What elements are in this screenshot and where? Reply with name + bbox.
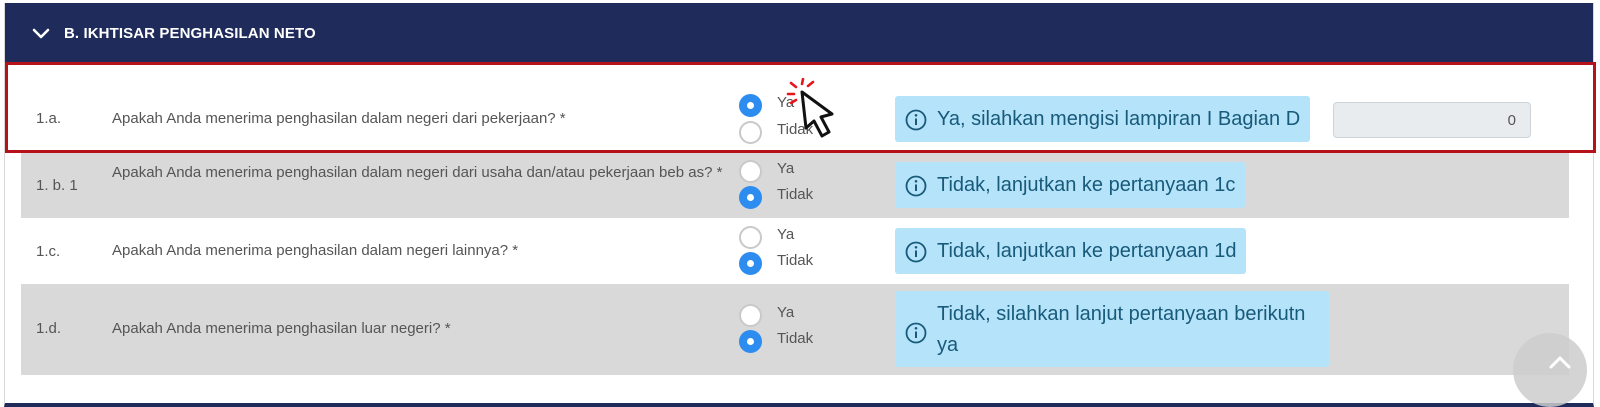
chevron-up-icon — [1549, 356, 1571, 369]
radio-tidak-checked[interactable] — [739, 330, 762, 353]
radio-ya-unchecked[interactable] — [739, 226, 762, 249]
pointer-cursor-icon — [786, 78, 834, 138]
amount-input[interactable] — [1333, 102, 1531, 138]
question-row-1d: 1.d. Apakah Anda menerima penghasilan lu… — [21, 284, 1569, 375]
info-icon — [905, 109, 927, 131]
question-text: Apakah Anda menerima penghasilan luar ne… — [112, 320, 451, 337]
question-number: 1.c. — [36, 243, 61, 260]
question-row-1b1: 1. b. 1 Apakah Anda menerima penghasilan… — [21, 152, 1569, 218]
radio-ya-checked[interactable] — [739, 94, 762, 117]
radio-option-ya[interactable]: Ya — [739, 304, 794, 327]
hint-text: Tidak, silahkan lanjut pertanyaan beriku… — [937, 303, 1306, 356]
info-icon — [905, 241, 927, 263]
radio-label-ya: Ya — [777, 304, 795, 321]
hint-box: Tidak, silahkan lanjut pertanyaan beriku… — [895, 291, 1329, 367]
radio-label-tidak: Tidak — [777, 252, 814, 269]
info-icon — [905, 322, 927, 344]
question-row-1c: 1.c. Apakah Anda menerima penghasilan da… — [21, 218, 1569, 284]
radio-option-ya[interactable]: Ya — [739, 226, 794, 249]
info-icon — [905, 175, 927, 197]
radio-label-ya: Ya — [777, 226, 795, 243]
question-number: 1.a. — [36, 110, 62, 127]
radio-option-tidak[interactable]: Tidak — [739, 330, 813, 353]
question-number: 1.d. — [36, 320, 62, 337]
question-text: Apakah Anda menerima penghasilan dalam n… — [112, 164, 723, 181]
question-text: Apakah Anda menerima penghasilan dalam n… — [112, 110, 566, 127]
section-header[interactable]: B. IKHTISAR PENGHASILAN NETO — [5, 3, 1593, 64]
chevron-down-icon — [32, 28, 50, 38]
question-number: 1. b. 1 — [36, 177, 78, 194]
radio-option-tidak[interactable]: Tidak — [739, 252, 813, 275]
radio-label-ya: Ya — [777, 160, 795, 177]
radio-tidak-checked[interactable] — [739, 186, 762, 209]
radio-label-tidak: Tidak — [777, 330, 814, 347]
radio-ya-unchecked[interactable] — [739, 304, 762, 327]
question-text: Apakah Anda menerima penghasilan dalam n… — [112, 242, 519, 259]
hint-box: Tidak, lanjutkan ke pertanyaan 1d — [895, 228, 1247, 274]
radio-option-tidak[interactable]: Tidak — [739, 186, 813, 209]
section-title: B. IKHTISAR PENGHASILAN NETO — [64, 25, 316, 42]
radio-option-ya[interactable]: Ya — [739, 160, 794, 183]
hint-text: Tidak, lanjutkan ke pertanyaan 1c — [937, 174, 1236, 196]
scroll-top-button[interactable] — [1513, 333, 1587, 407]
hint-box: Tidak, lanjutkan ke pertanyaan 1c — [895, 162, 1246, 208]
radio-tidak-unchecked[interactable] — [739, 121, 762, 144]
radio-label-tidak: Tidak — [777, 186, 814, 203]
hint-text: Ya, silahkan mengisi lampiran I Bagian D — [937, 108, 1301, 130]
hint-box: Ya, silahkan mengisi lampiran I Bagian D — [895, 96, 1311, 142]
hint-text: Tidak, lanjutkan ke pertanyaan 1d — [937, 240, 1237, 262]
radio-tidak-checked[interactable] — [739, 252, 762, 275]
radio-ya-unchecked[interactable] — [739, 160, 762, 183]
